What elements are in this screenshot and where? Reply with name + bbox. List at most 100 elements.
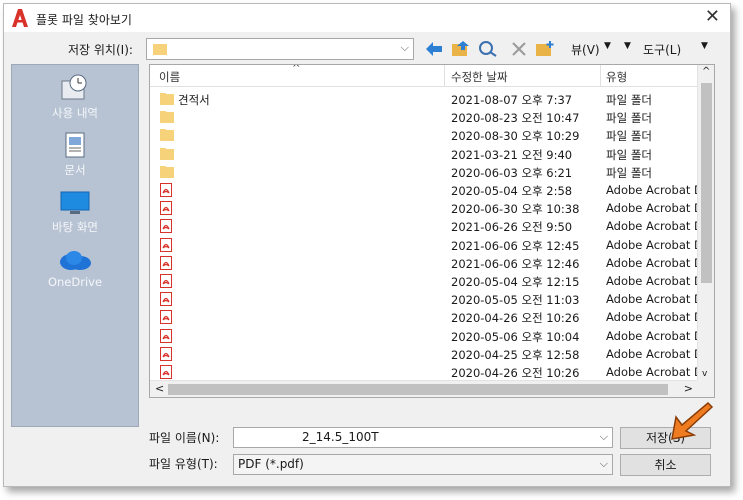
place-history[interactable]: 사용 내역 xyxy=(12,73,138,121)
cancel-button[interactable]: 취소 xyxy=(620,454,711,476)
new-folder-icon[interactable] xyxy=(535,40,555,58)
close-icon[interactable]: ✕ xyxy=(705,7,720,27)
file-row[interactable]: 2021-06-06 오후 12:46 Adobe Acrobat Dc xyxy=(150,255,698,273)
pdf-file-icon xyxy=(160,201,172,218)
place-documents[interactable]: 문서 xyxy=(12,132,138,178)
file-row[interactable]: 2020-05-04 오후 2:58 Adobe Acrobat Dc xyxy=(150,182,698,200)
search-web-icon[interactable] xyxy=(478,40,498,58)
up-folder-icon[interactable] xyxy=(451,40,471,58)
place-desktop[interactable]: 바탕 화면 xyxy=(12,191,138,235)
window-title: 플롯 파일 찾아보기 xyxy=(36,13,132,27)
file-type: 파일 폴더 xyxy=(606,111,652,126)
file-row[interactable]: 2020-06-30 오후 10:38 Adobe Acrobat Dc xyxy=(150,200,698,218)
place-label: 문서 xyxy=(64,163,86,177)
chevron-down-icon: ⌵ xyxy=(599,457,608,470)
scroll-down-icon[interactable]: v xyxy=(702,369,707,379)
file-modified: 2020-05-05 오전 11:03 xyxy=(451,293,580,308)
folder-icon xyxy=(160,128,174,145)
place-label: 바탕 화면 xyxy=(52,220,98,234)
file-row[interactable]: 2020-08-23 오전 10:47 파일 폴더 xyxy=(150,109,698,127)
file-type: Adobe Acrobat Dc xyxy=(606,346,698,361)
location-dropdown[interactable]: ⌵ xyxy=(146,38,414,60)
place-onedrive[interactable]: OneDrive xyxy=(12,249,138,289)
file-type: Adobe Acrobat Dc xyxy=(606,237,698,252)
places-sidebar: 사용 내역 문서 바탕 화면 OneDrive xyxy=(11,64,139,427)
more-chevron-icon[interactable]: ▼ xyxy=(701,41,708,51)
column-type[interactable]: 유형 xyxy=(606,69,627,85)
file-type: Adobe Acrobat Dc xyxy=(606,310,698,325)
file-modified: 2020-06-03 오후 6:21 xyxy=(451,165,573,180)
pdf-file-icon xyxy=(160,255,172,273)
pdf-file-icon xyxy=(160,183,172,200)
file-modified: 2020-05-04 오후 2:58 xyxy=(451,184,573,198)
scroll-up-icon[interactable]: ^ xyxy=(702,66,710,77)
back-icon[interactable] xyxy=(424,40,444,58)
pdf-file-icon xyxy=(160,237,172,255)
folder-icon xyxy=(160,165,174,182)
horizontal-scroll-thumb[interactable] xyxy=(168,384,668,395)
pdf-file-icon xyxy=(160,328,172,346)
chevron-down-icon[interactable]: ⌵ xyxy=(600,430,608,444)
folder-icon xyxy=(160,92,174,109)
location-label: 저장 위치(I): xyxy=(68,43,133,57)
horizontal-scrollbar[interactable]: < > xyxy=(150,380,698,397)
scroll-right-icon[interactable]: > xyxy=(684,382,693,395)
view-chevron-icon: ▼ xyxy=(604,41,611,51)
file-row[interactable]: 견적서 2021-08-07 오후 7:37 파일 폴더 xyxy=(150,91,698,109)
folder-icon xyxy=(153,44,167,55)
desktop-icon xyxy=(60,191,90,214)
view-menu[interactable]: 뷰(V) xyxy=(571,41,600,58)
title-bar: 플롯 파일 찾아보기 ✕ xyxy=(4,4,730,32)
documents-icon xyxy=(65,132,85,158)
file-row[interactable]: 2020-05-06 오후 10:04 Adobe Acrobat Dc xyxy=(150,328,698,346)
file-row[interactable]: 2020-04-25 오후 12:58 Adobe Acrobat Dc xyxy=(150,346,698,364)
column-divider xyxy=(600,65,601,87)
file-type: Adobe Acrobat Dc xyxy=(606,274,698,288)
onedrive-icon xyxy=(60,251,91,270)
file-modified: 2021-03-21 오전 9:40 xyxy=(451,147,573,162)
vertical-scrollbar[interactable]: ^ v xyxy=(697,65,714,380)
file-row[interactable]: 2020-06-03 오후 6:21 파일 폴더 xyxy=(150,164,698,182)
file-row[interactable]: 2020-04-26 오전 10:26 Adobe Acrobat Dc xyxy=(150,309,698,327)
tools-chevron-icon: ▼ xyxy=(624,41,631,51)
file-row[interactable]: 2020-05-05 오전 11:03 Adobe Acrobat Dc xyxy=(150,291,698,309)
file-modified: 2021-08-07 오후 7:37 xyxy=(451,93,573,107)
file-type: Adobe Acrobat Dc xyxy=(606,292,698,307)
filetype-value: PDF (*.pdf) xyxy=(238,457,304,471)
filetype-dropdown[interactable]: PDF (*.pdf) ⌵ xyxy=(233,454,613,475)
file-modified: 2020-04-26 오전 10:26 xyxy=(451,311,580,326)
chevron-down-icon: ⌵ xyxy=(400,41,409,54)
file-row[interactable]: 2021-06-26 오전 9:50 Adobe Acrobat Dc xyxy=(150,218,698,236)
file-type: 파일 폴더 xyxy=(606,165,652,180)
file-list[interactable]: 이름 ^ 수정한 날짜 유형 견적서 2021-08-07 오후 7:37 파일 폴… xyxy=(149,64,715,398)
file-modified: 2020-04-26 오전 10:26 xyxy=(451,366,580,380)
pointer-arrow-icon xyxy=(671,401,714,440)
place-label: 사용 내역 xyxy=(52,106,98,120)
history-icon xyxy=(61,74,87,100)
filetype-label: 파일 유형(T): xyxy=(149,457,218,471)
file-row[interactable]: 2021-03-21 오전 9:40 파일 폴더 xyxy=(150,146,698,164)
autocad-logo-icon xyxy=(12,9,28,27)
filename-value: 2_14.5_100T xyxy=(302,430,379,444)
column-modified[interactable]: 수정한 날짜 xyxy=(451,69,508,85)
folder-icon xyxy=(160,147,174,164)
scroll-left-icon[interactable]: < xyxy=(155,382,164,395)
pdf-file-icon xyxy=(160,310,172,327)
file-row[interactable]: 2021-06-06 오후 12:45 Adobe Acrobat Dc xyxy=(150,237,698,255)
pdf-file-icon xyxy=(160,219,172,236)
tools-menu[interactable]: 도구(L) xyxy=(643,41,681,58)
file-modified: 2020-05-04 오후 12:15 xyxy=(451,275,580,289)
file-row[interactable]: 2020-05-04 오후 12:15 Adobe Acrobat Dc xyxy=(150,273,698,291)
file-row[interactable]: 2020-08-30 오후 10:29 파일 폴더 xyxy=(150,127,698,145)
file-type: Adobe Acrobat Dc xyxy=(606,365,698,379)
file-modified: 2020-08-23 오전 10:47 xyxy=(451,111,580,126)
delete-icon[interactable] xyxy=(509,40,529,58)
file-type: Adobe Acrobat Dc xyxy=(606,219,698,234)
column-name[interactable]: 이름 xyxy=(159,69,180,85)
file-name: 견적서 xyxy=(178,93,210,107)
sort-ascending-icon: ^ xyxy=(292,64,301,74)
pdf-file-icon xyxy=(160,346,172,364)
filename-input[interactable]: 2_14.5_100T ⌵ xyxy=(233,427,613,448)
file-modified: 2020-06-30 오후 10:38 xyxy=(451,202,580,217)
vertical-scroll-thumb[interactable] xyxy=(701,83,712,283)
